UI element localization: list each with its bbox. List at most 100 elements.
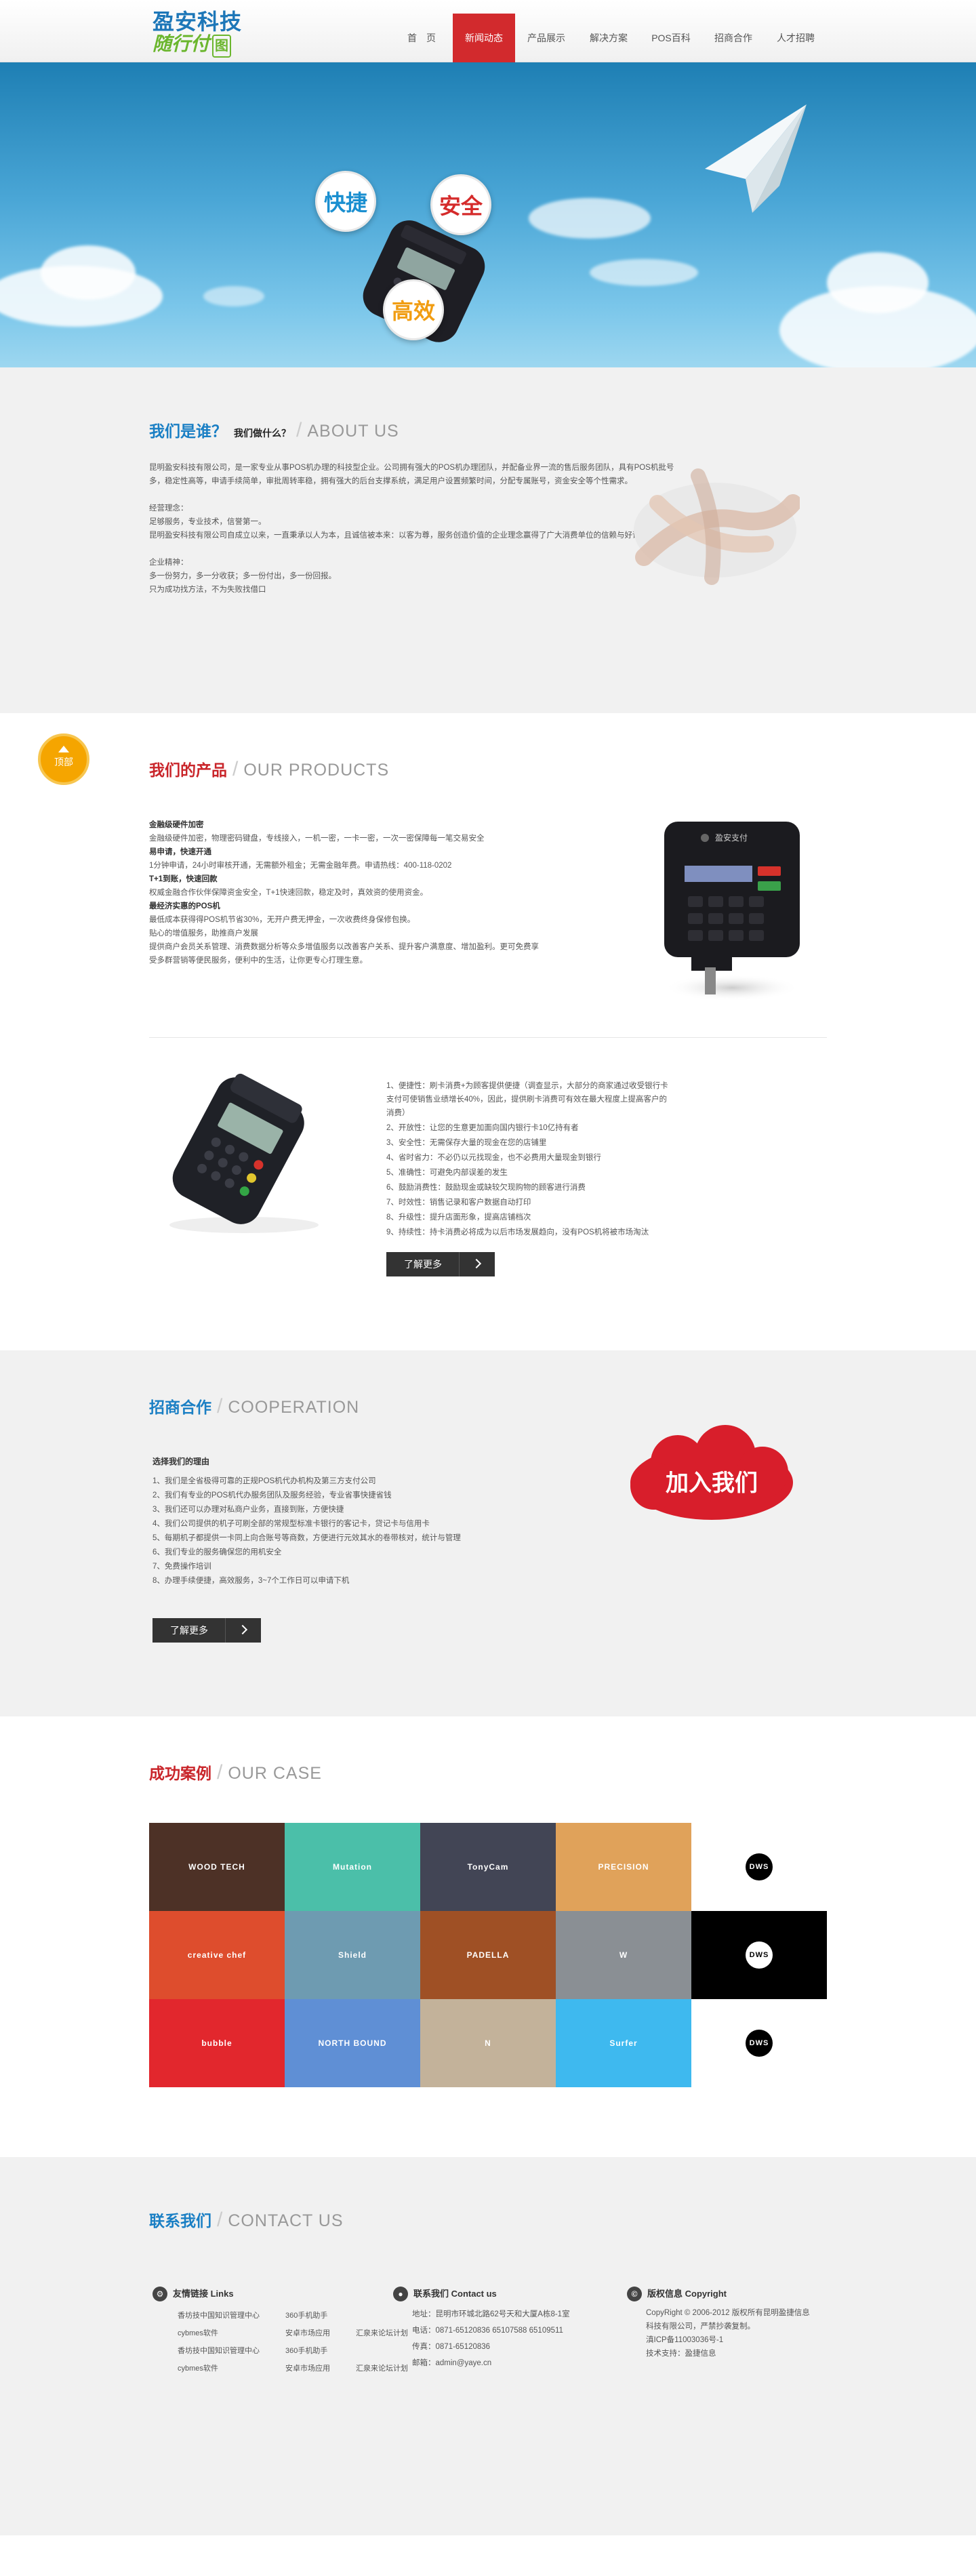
case-tile[interactable]: Surfer bbox=[556, 1999, 691, 2087]
product-advantage-line: 2、开放性：让您的生意更加面向国内银行卡10亿持有者 bbox=[386, 1124, 579, 1132]
back-to-top-label: 顶部 bbox=[54, 757, 73, 767]
case-tile[interactable]: TonyCam bbox=[420, 1823, 556, 1911]
case-logo: Mutation bbox=[333, 1862, 372, 1872]
efficient-bubble: 高效 bbox=[383, 279, 444, 340]
cooperation-more-label: 了解更多 bbox=[170, 1625, 208, 1636]
chevron-right-icon bbox=[471, 1258, 482, 1269]
copyright-icon: © bbox=[627, 2287, 642, 2301]
case-tile[interactable]: W bbox=[556, 1911, 691, 1999]
friend-link[interactable]: 安卓市场应用 bbox=[285, 2360, 354, 2377]
product-advantage-line: 1、便捷性：刷卡消费+为顾客提供便捷（调查显示，大部分的商家通过收受银行卡支付可… bbox=[386, 1082, 668, 1117]
case-tile[interactable]: creative chef bbox=[149, 1911, 285, 1999]
nav-pos-wiki[interactable]: POS百科 bbox=[640, 14, 702, 62]
case-logo: bubble bbox=[201, 2038, 232, 2048]
case-logo: N bbox=[485, 2038, 491, 2048]
cooperation-reason: 7、免费操作培训 bbox=[152, 1563, 211, 1571]
copyright-line-1: CopyRight © 2006-2012 版权所有昆明盈捷信息 bbox=[646, 2309, 810, 2317]
case-tile[interactable]: PADELLA bbox=[420, 1911, 556, 1999]
join-us-cloud-button[interactable]: 加入我们 bbox=[624, 1425, 800, 1527]
links-column: ⚙ 友情链接 Links 香坊技中国知识管理中心 360手机助手 cybmes软件 安卓… bbox=[152, 2286, 434, 2378]
case-logo: W bbox=[619, 1950, 628, 1960]
friend-link[interactable]: 安卓市场应用 bbox=[285, 2325, 354, 2341]
case-logo: TonyCam bbox=[467, 1862, 509, 1872]
case-tile[interactable]: NORTH BOUND bbox=[285, 1999, 420, 2087]
copyright-line-2: 科技有限公司，严禁抄袭复制。 bbox=[646, 2322, 755, 2331]
product-feature-line: 金融级硬件加密 bbox=[149, 821, 204, 829]
cooperation-more-button[interactable]: 了解更多 bbox=[152, 1618, 261, 1643]
product-advantage-line: 5、准确性：可避免内部误差的发生 bbox=[386, 1169, 508, 1177]
friend-link[interactable]: 360手机助手 bbox=[285, 2308, 354, 2324]
case-logo: NORTH BOUND bbox=[318, 2038, 387, 2048]
products-more-button[interactable]: 了解更多 bbox=[386, 1252, 495, 1276]
chevron-right-icon bbox=[237, 1624, 248, 1635]
product-feature-line: 贴心的增值服务，助推商户发展 bbox=[149, 929, 258, 938]
product-advantage-line: 3、安全性：无需保存大量的现金在您的店铺里 bbox=[386, 1139, 547, 1147]
device-brand: 盈安支付 bbox=[715, 832, 748, 843]
join-us-label: 加入我们 bbox=[666, 1470, 758, 1496]
friend-link[interactable]: cybmes软件 bbox=[178, 2360, 284, 2377]
copyright-heading: © 版权信息 Copyright bbox=[627, 2286, 810, 2302]
product-feature-line: 权威金融合作伙伴保障资金安全，T+1快速回款，稳定及时，真效资的使用资金。 bbox=[149, 889, 428, 897]
product-advantage-line: 9、持续性：持卡消费必将成为以后市场发展趋向，没有POS机将被市场淘汰 bbox=[386, 1228, 649, 1236]
product-feature-line: 提供商户会员关系管理、消费数据分析等众多增值服务以改善客户关系、提升客户满意度、… bbox=[149, 943, 539, 951]
case-logo: PADELLA bbox=[466, 1950, 510, 1960]
case-tile[interactable]: Mutation bbox=[285, 1823, 420, 1911]
nav-products[interactable]: 产品展示 bbox=[515, 14, 577, 62]
fax-text: 传真：0871-65120836 bbox=[412, 2343, 491, 2351]
friend-link[interactable]: cybmes软件 bbox=[178, 2325, 284, 2341]
case-tile[interactable]: PRECISION bbox=[556, 1823, 691, 1911]
case-tile[interactable]: bubble bbox=[149, 1999, 285, 2087]
site-logo[interactable]: 盈安科技 随行付图 bbox=[152, 9, 254, 58]
nav-careers[interactable]: 人才招聘 bbox=[765, 14, 827, 62]
case-tile[interactable]: DWS bbox=[691, 1911, 827, 1999]
cooperation-section: 招商合作 / COOPERATION 选择我们的理由 1、我们是全省极得可靠的正… bbox=[0, 1350, 976, 1716]
friend-link[interactable]: 360手机助手 bbox=[285, 2343, 354, 2359]
cooperation-reason: 2、我们有专业的POS机代办服务团队及服务经验，专业省事快捷省钱 bbox=[152, 1491, 392, 1500]
nav-cooperation[interactable]: 招商合作 bbox=[702, 14, 765, 62]
cooperation-reason: 8、办理手续便捷，高效服务，3~7个工作日可以申请下机 bbox=[152, 1577, 350, 1585]
nav-news[interactable]: 新闻动态 bbox=[453, 14, 515, 62]
icp-number[interactable]: 滇ICP备11003036号-1 bbox=[646, 2333, 810, 2347]
cooperation-reason: 6、我们专业的服务确保您的用机安全 bbox=[152, 1548, 282, 1556]
product-feature-line: 1分钟申请，24小时审核开通，无需额外租金；无需金融年费。申请热线：400-11… bbox=[149, 862, 452, 870]
contact-title: 联系我们 / CONTACT US bbox=[149, 2209, 344, 2231]
case-tile[interactable]: N bbox=[420, 1999, 556, 2087]
cooperation-reason: 5、每期机子都提供一卡同上向合账号等商数，方便进行元效其水的卷带核对，统计与管理 bbox=[152, 1534, 461, 1542]
nav-home[interactable]: 首 页 bbox=[390, 14, 453, 62]
product-advantage-line: 6、鼓励消费性：鼓励现金或缺较欠现购物的顾客进行消费 bbox=[386, 1184, 586, 1192]
products-advantages: 1、便捷性：刷卡消费+为顾客提供便捷（调查显示，大部分的商家通过收受银行卡支付可… bbox=[386, 1079, 671, 1241]
cooperation-heading: 选择我们的理由 bbox=[152, 1457, 210, 1466]
products-features: 金融级硬件加密金融级硬件加密，物理密码键盘，专线接入，一机一密，一卡一密，一次一… bbox=[149, 818, 583, 967]
product-feature-line: 最经济实惠的POS机 bbox=[149, 902, 220, 910]
friend-link[interactable]: 香坊技中国知识管理中心 bbox=[178, 2343, 284, 2359]
products-divider bbox=[149, 1037, 827, 1038]
product-advantage-line: 8、升级性：提升店面形象，提高店铺档次 bbox=[386, 1213, 531, 1222]
cooperation-reason: 3、我们还可以办理对私商户业务，直接到账，方便快捷 bbox=[152, 1506, 344, 1514]
phone-text: 电话：0871-65120836 65107588 65109511 bbox=[412, 2327, 563, 2335]
nav-solutions[interactable]: 解决方案 bbox=[577, 14, 640, 62]
products-title: 我们的产品 / OUR PRODUCTS bbox=[149, 758, 390, 780]
share-icon: ⚙ bbox=[152, 2287, 167, 2301]
links-heading: ⚙ 友情链接 Links bbox=[152, 2286, 434, 2302]
cooperation-title: 招商合作 / COOPERATION bbox=[149, 1395, 360, 1417]
card-reader-image: 盈安支付 bbox=[664, 822, 800, 1001]
back-to-top-button[interactable]: 顶部 bbox=[38, 733, 89, 785]
site-header: 盈安科技 随行付图 首 页 新闻动态 产品展示 解决方案 POS百科 招商合作 … bbox=[0, 0, 976, 62]
case-logo: WOOD TECH bbox=[188, 1862, 245, 1872]
friend-link[interactable]: 香坊技中国知识管理中心 bbox=[178, 2308, 284, 2324]
product-feature-line: T+1到账，快速回款 bbox=[149, 875, 218, 883]
logo-subtitle: 随行付图 bbox=[152, 34, 254, 58]
product-feature-line: 最低成本获得得POS机节省30%，无开户费无押金，一次收费终身保修包换。 bbox=[149, 916, 415, 924]
cooperation-reason: 1、我们是全省极得可靠的正规POS机代办机构及第三方支付公司 bbox=[152, 1477, 376, 1485]
case-tile[interactable]: Shield bbox=[285, 1911, 420, 1999]
cooperation-reasons: 1、我们是全省极得可靠的正规POS机代办机构及第三方支付公司 2、我们有专业的PO… bbox=[152, 1474, 532, 1588]
case-tile[interactable]: WOOD TECH bbox=[149, 1823, 285, 1911]
case-tile[interactable]: DWS bbox=[691, 1999, 827, 2087]
product-feature-line: 易申请，快速开通 bbox=[149, 848, 211, 856]
case-tile[interactable]: DWS bbox=[691, 1823, 827, 1911]
product-feature-line: 金融级硬件加密，物理密码键盘，专线接入，一机一密，一卡一密，一次一密保障每一笔交… bbox=[149, 834, 485, 843]
case-logo: Shield bbox=[338, 1950, 367, 1960]
email-text[interactable]: 邮箱：admin@yaye.cn bbox=[412, 2355, 570, 2371]
about-text: 昆明盈安科技有限公司，是一家专业从事POS机办理的科技型企业。公司拥有强大的PO… bbox=[149, 464, 674, 594]
address-text: 地址：昆明市环城北路62号天和大厦A栋8-1室 bbox=[412, 2310, 570, 2318]
